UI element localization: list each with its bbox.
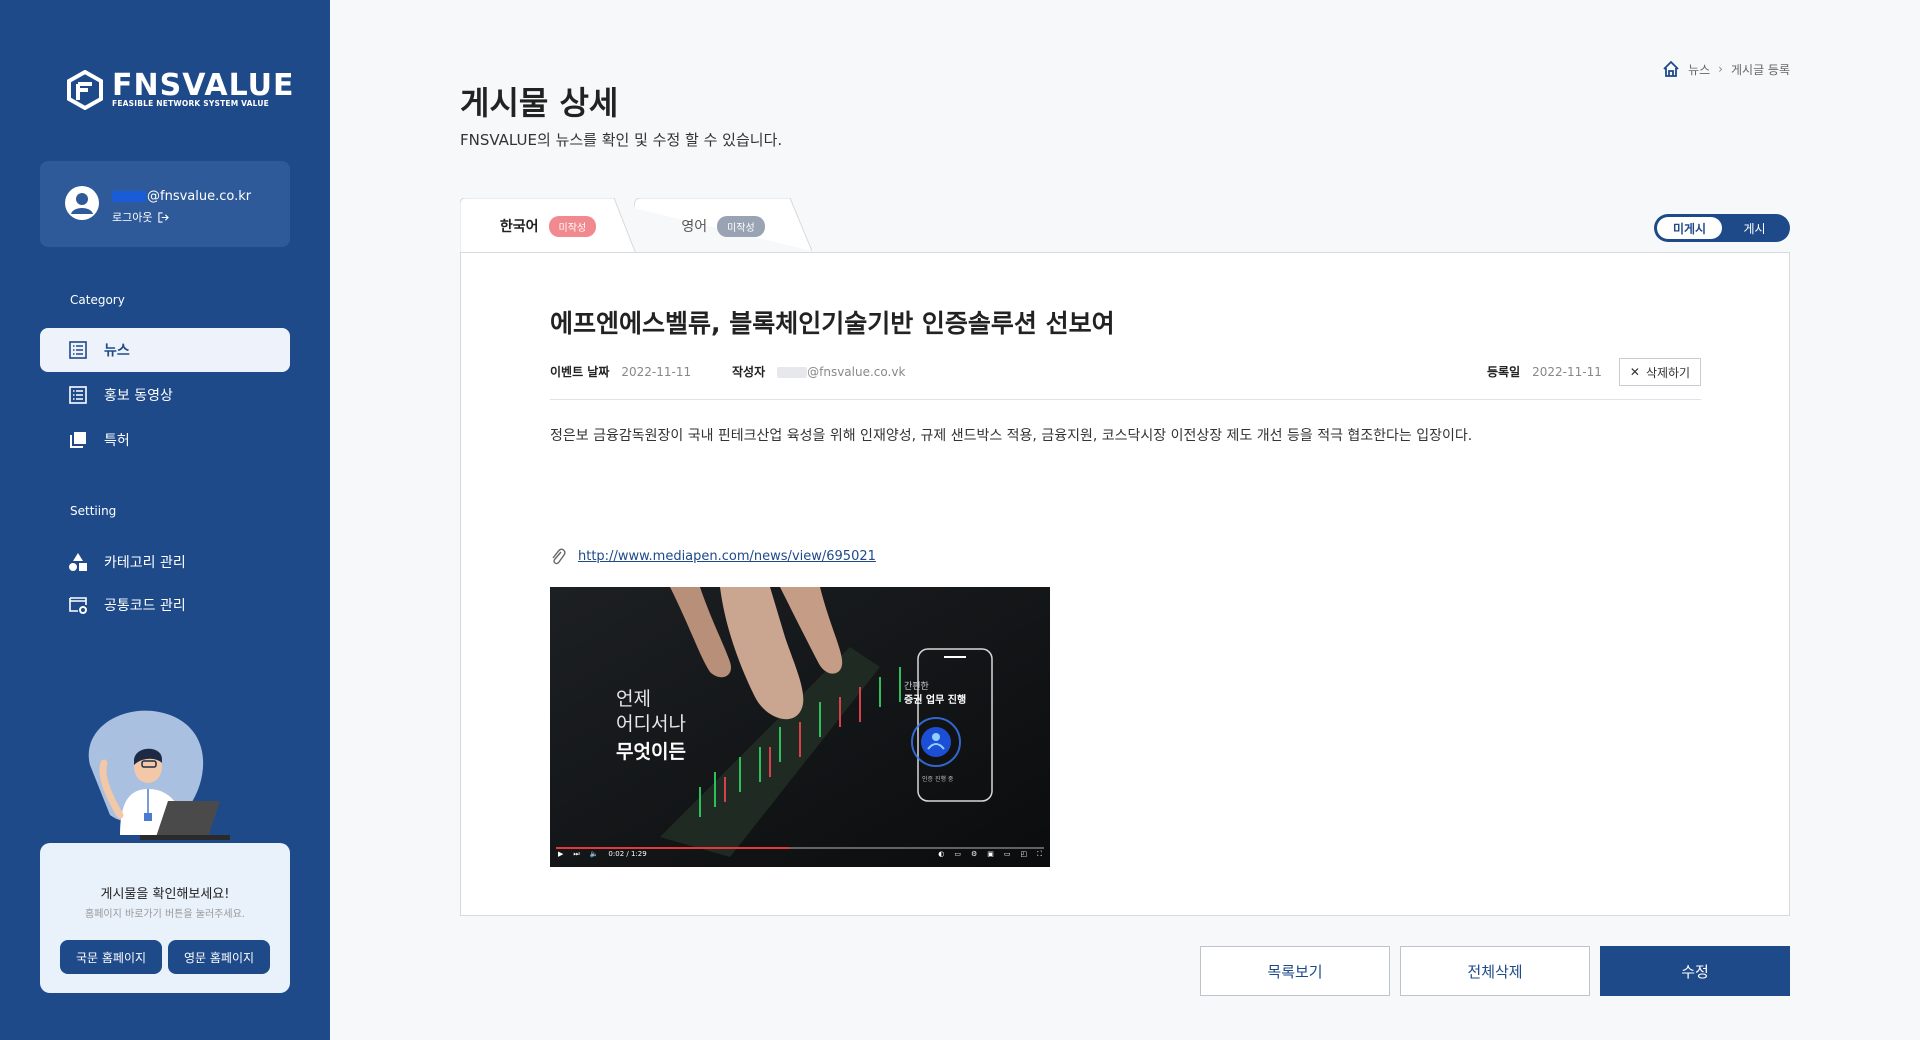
event-date-label: 이벤트 날짜 [550,365,610,379]
shapes-icon [68,552,88,572]
home-icon[interactable] [1662,60,1680,78]
sidebar-item-label: 카테고리 관리 [104,555,186,571]
email-mask [112,191,146,202]
video-card-title: 증권 업무 진행 [904,695,967,706]
publish-toggle[interactable]: 미게시 게시 [1654,214,1790,242]
registration-date: 등록일 2022-11-11 [1487,363,1602,380]
author: 작성자 @fnsvalue.co.vk [732,363,905,380]
promo-subtitle: 홈페이지 바로가기 버튼을 눌러주세요. [85,909,245,920]
delete-all-button[interactable]: 전체삭제 [1400,946,1590,996]
list-icon [68,340,88,360]
article-source-link[interactable]: http://www.mediapen.com/news/view/695021 [578,549,876,564]
page-description: FNSVALUE의 뉴스를 확인 및 수정 할 수 있습니다. [460,131,783,149]
sidebar-item-label: 뉴스 [104,343,130,359]
video-time: 0:02 / 1:29 [608,850,647,858]
tab-korean[interactable]: 한국어 미작성 [460,198,636,254]
settings-gear-icon[interactable]: ⚙ [971,850,977,858]
sidebar: FNSVALUE FEASIBLE NETWORK SYSTEM VALUE @… [0,0,330,1040]
fnsvalue-logo[interactable]: FNSVALUE FEASIBLE NETWORK SYSTEM VALUE [66,70,294,112]
logo-subtitle: FEASIBLE NETWORK SYSTEM VALUE [112,99,270,108]
video-player[interactable]: 언제 어디서나 무엇이든 간편한 증권 업무 진행 인증 진행 중 ▶ ⏭ 🔈 0… [550,587,1050,867]
close-icon: ✕ [1629,365,1640,379]
list-view-button[interactable]: 목록보기 [1200,946,1390,996]
reg-date-value: 2022-11-11 [1532,364,1602,379]
cast-icon[interactable]: ◰ [1020,850,1027,858]
article-title: 에프엔에스벨류, 블록체인기술기반 인증솔루션 선보여 [550,309,1115,338]
english-homepage-button[interactable]: 영문 홈페이지 [168,940,270,974]
logout-link[interactable]: 로그아웃 [112,209,170,225]
article-detail-panel: 에프엔에스벨류, 블록체인기술기반 인증솔루션 선보여 이벤트 날짜 2022-… [460,252,1790,916]
chevron-right-icon: › [1718,62,1723,76]
next-icon[interactable]: ⏭ [573,850,579,859]
play-icon[interactable]: ▶ [558,850,563,858]
promo-title: 게시물을 확인해보세요! [100,887,230,902]
logout-icon [158,211,170,223]
divider [550,399,1701,400]
user-email: @fnsvalue.co.kr [112,189,251,204]
tab-english[interactable]: 영어 미작성 [634,198,812,254]
theater-mode-icon[interactable]: ▭ [1004,850,1011,858]
page-title: 게시물 상세 [460,84,619,122]
copy-icon [68,430,88,450]
volume-icon[interactable]: 🔈 [590,850,599,858]
toggle-unpublished[interactable]: 미게시 [1657,217,1722,239]
korean-homepage-button[interactable]: 국문 홈페이지 [60,940,162,974]
sidebar-item-label: 홍보 동영상 [104,388,173,404]
delete-button[interactable]: ✕ 삭제하기 [1619,358,1701,386]
sidebar-item-patent[interactable]: 특허 [40,418,290,462]
video-controls: ▶ ⏭ 🔈 0:02 / 1:29 ◐ ▭ ⚙ ▣ ▭ ◰ ⛶ [550,841,1050,867]
video-caption-emphasis: 무엇이든 [616,741,686,763]
breadcrumb-item-news[interactable]: 뉴스 [1688,61,1710,78]
logo-mark-icon [67,70,103,110]
sidebar-item-promo-video[interactable]: 홍보 동영상 [40,373,290,417]
sidebar-item-label: 특허 [104,433,130,449]
article-body: 정은보 금융감독원장이 국내 핀테크산업 육성을 위해 인재양성, 규제 샌드박… [550,428,1473,444]
user-card: @fnsvalue.co.kr 로그아웃 [40,161,290,247]
tab-label: 한국어 [499,219,539,235]
list-icon [68,385,88,405]
paperclip-icon [552,548,566,565]
status-badge: 미작성 [717,215,765,237]
video-card-status: 인증 진행 중 [922,776,954,783]
sidebar-item-category-manage[interactable]: 카테고리 관리 [40,540,290,584]
gear-window-icon [68,595,88,615]
sidebar-item-news[interactable]: 뉴스 [40,328,290,372]
user-avatar-icon [65,186,99,220]
toggle-published[interactable]: 게시 [1722,217,1787,239]
logo-text: FNSVALUE [112,68,295,103]
setting-section-label: Settiing [70,504,117,518]
tab-label: 영어 [681,219,708,235]
person-laptop-illustration [88,710,230,840]
reg-date-label: 등록일 [1487,365,1521,379]
article-link-row: http://www.mediapen.com/news/view/695021 [550,547,876,565]
event-date: 이벤트 날짜 2022-11-11 [550,363,691,380]
sidebar-item-common-code[interactable]: 공통코드 관리 [40,583,290,627]
breadcrumb: 뉴스 › 게시글 등록 [1662,60,1790,78]
edit-button[interactable]: 수정 [1600,946,1790,996]
sidebar-item-label: 공통코드 관리 [104,598,186,614]
status-badge: 미작성 [548,215,597,237]
event-date-value: 2022-11-11 [621,364,692,379]
subtitles-icon[interactable]: ▭ [954,850,961,858]
miniplayer-icon[interactable]: ▣ [987,850,994,858]
autoplay-toggle-icon[interactable]: ◐ [938,850,944,858]
category-section-label: Category [70,293,125,307]
author-value: @fnsvalue.co.vk [807,364,906,379]
author-mask [777,366,808,378]
author-label: 작성자 [732,365,766,379]
breadcrumb-item-current: 게시글 등록 [1730,62,1790,77]
fullscreen-icon[interactable]: ⛶ [1037,850,1042,859]
video-caption-line: 언제 어디서나 [616,688,686,735]
